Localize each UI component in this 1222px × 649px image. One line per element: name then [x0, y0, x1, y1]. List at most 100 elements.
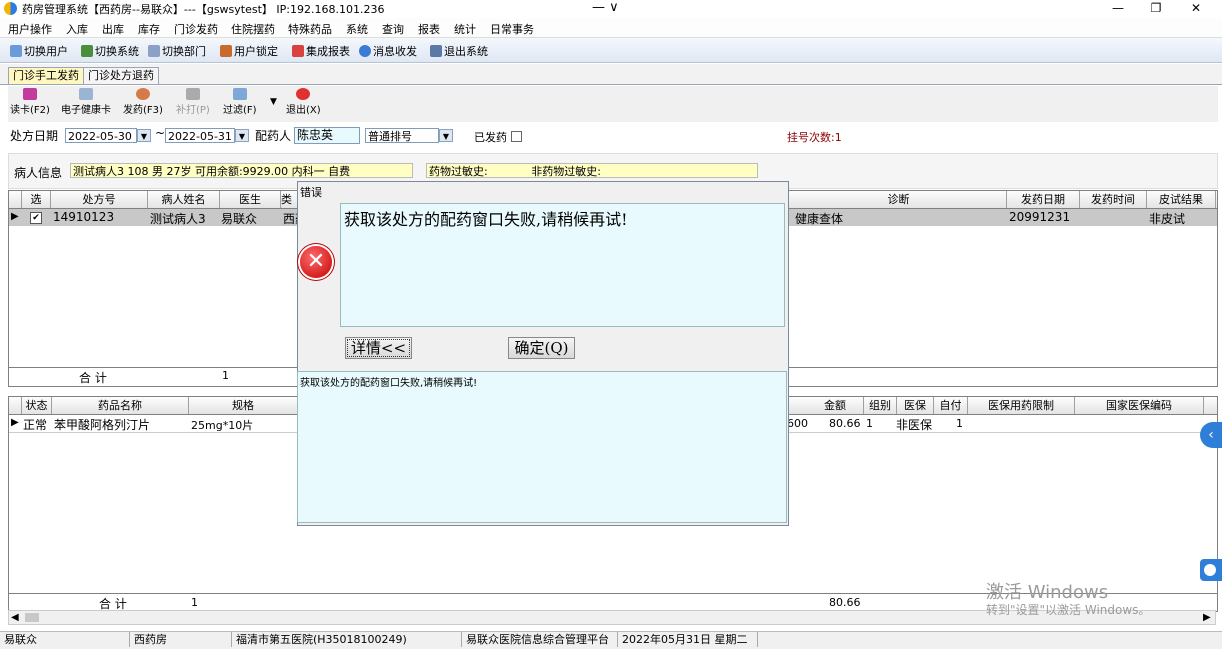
- switch-system-button[interactable]: 切换系统: [81, 43, 139, 59]
- partial-cell: 600: [787, 417, 808, 430]
- pharmacist-icon: [135, 88, 150, 100]
- dispensed-checkbox[interactable]: [511, 131, 522, 142]
- menu-outbound[interactable]: 出库: [102, 21, 124, 37]
- user-lock-button[interactable]: 用户锁定: [220, 43, 278, 59]
- error-icon: ✕: [300, 246, 332, 278]
- side-collapse-icon[interactable]: ‹: [1200, 422, 1222, 448]
- rx-date-label: 处方日期: [10, 129, 59, 143]
- date-cell: 20991231: [1009, 210, 1071, 224]
- col-national-code: 国家医保编码: [1075, 397, 1204, 414]
- integrated-report-button[interactable]: 集成报表: [292, 43, 350, 59]
- close-button[interactable]: ✕: [1176, 0, 1216, 18]
- date-separator: ~: [155, 126, 166, 140]
- date-to-dropdown-icon[interactable]: ▼: [235, 129, 249, 142]
- health-card-button[interactable]: 电子健康卡: [61, 88, 111, 116]
- status-cell: 正常: [23, 418, 48, 432]
- tab-manual-dispense[interactable]: 门诊手工发药: [8, 67, 84, 84]
- menu-special-drugs[interactable]: 特殊药品: [288, 21, 332, 37]
- col-select: 选: [22, 191, 51, 208]
- switch-department-button[interactable]: 切换部门: [148, 43, 206, 59]
- sort-dropdown-icon[interactable]: ▼: [439, 129, 453, 142]
- exit-button[interactable]: 退出(X): [286, 88, 321, 116]
- dialog-title: 错误: [300, 186, 322, 199]
- menu-system[interactable]: 系统: [346, 21, 368, 37]
- scroll-thumb[interactable]: [25, 613, 39, 622]
- dispense-button[interactable]: 发药(F3): [123, 88, 163, 116]
- menu-inpatient[interactable]: 住院摆药: [231, 21, 275, 37]
- allergy-field: 药物过敏史: 非药物过敏史:: [426, 163, 758, 178]
- activation-watermark-subtitle: 转到"设置"以激活 Windows。: [986, 603, 1151, 617]
- status-department: 西药房: [130, 632, 232, 647]
- lock-icon: [220, 45, 232, 57]
- row-select-checkbox[interactable]: ✔: [30, 212, 42, 224]
- col-diagnosis: 诊断: [791, 191, 1007, 208]
- col-status: 状态: [22, 397, 52, 414]
- card-reader-icon: [22, 88, 37, 100]
- minimize-button[interactable]: —: [1098, 0, 1138, 18]
- rx-total-label: 合 计: [79, 371, 107, 385]
- status-hospital: 福清市第五医院(H35018100249): [232, 632, 462, 647]
- menu-statistics[interactable]: 统计: [454, 21, 476, 37]
- menu-report[interactable]: 报表: [418, 21, 440, 37]
- menu-user-ops[interactable]: 用户操作: [8, 21, 52, 37]
- date-from-field[interactable]: 2022-05-30: [65, 128, 137, 143]
- menu-query[interactable]: 查询: [382, 21, 404, 37]
- col-amount: 金额: [807, 397, 864, 414]
- col-insurance: 医保: [897, 397, 934, 414]
- amount-cell: 80.66: [829, 417, 861, 430]
- menu-stock[interactable]: 库存: [138, 21, 160, 37]
- diagnosis-cell: 健康查体: [795, 212, 844, 226]
- switch-user-button[interactable]: 切换用户: [10, 43, 68, 59]
- rx-total-count: 1: [222, 369, 229, 382]
- col-rx-no: 处方号: [51, 191, 148, 208]
- remote-assist-icon[interactable]: [1200, 559, 1222, 581]
- tab-rx-return[interactable]: 门诊处方退药: [83, 67, 159, 84]
- patient-cell: 测试病人3: [150, 212, 206, 226]
- scroll-right-icon[interactable]: ▶: [1203, 612, 1211, 623]
- filter-button[interactable]: 过滤(F): [223, 88, 257, 116]
- exit-system-button[interactable]: 退出系统: [430, 43, 488, 59]
- skin-test-cell: 非皮试: [1149, 212, 1186, 226]
- scroll-left-icon[interactable]: ◀: [11, 612, 19, 623]
- col-doctor: 医生: [220, 191, 281, 208]
- filter-dropdown-icon[interactable]: ▼: [270, 97, 277, 107]
- messages-button[interactable]: 消息收发: [359, 43, 417, 59]
- dispenser-label: 配药人: [255, 129, 292, 143]
- row-pointer-icon: ▶: [11, 211, 19, 222]
- col-insurance-limit: 医保用药限制: [968, 397, 1075, 414]
- sort-select[interactable]: 普通排号: [365, 128, 439, 143]
- allergy-label: 药物过敏史:: [429, 165, 488, 178]
- read-card-button[interactable]: 读卡(F2): [10, 88, 50, 116]
- building-icon: [148, 45, 160, 57]
- date-to-field[interactable]: 2022-05-31: [165, 128, 235, 143]
- dialog-message: 获取该处方的配药窗口失败,请稍候再试!: [340, 203, 785, 327]
- maximize-button[interactable]: ❐: [1136, 0, 1176, 18]
- spec-cell: 25mg*10片: [191, 419, 254, 432]
- details-button[interactable]: 详情<<: [345, 337, 412, 359]
- switch-icon: [81, 45, 93, 57]
- menu-inbound[interactable]: 入库: [66, 21, 88, 37]
- info-icon: [359, 45, 371, 57]
- reprint-button[interactable]: 补打(P): [176, 88, 210, 116]
- menu-daily[interactable]: 日常事务: [490, 21, 534, 37]
- dispensed-label: 已发药: [474, 131, 507, 144]
- ok-button[interactable]: 确定(Q): [508, 337, 575, 359]
- col-skin-test: 皮试结果: [1147, 191, 1216, 208]
- col-time: 发药时间: [1080, 191, 1147, 208]
- patient-info-field: 测试病人3 108 男 27岁 可用余额:9929.00 内科一 自费: [70, 163, 413, 178]
- date-from-dropdown-icon[interactable]: ▼: [137, 129, 151, 142]
- dispenser-field[interactable]: 陈忠英: [294, 127, 360, 144]
- window-title: 药房管理系统【西药房--易联众】---【gswsytest】 IP:192.16…: [22, 3, 385, 16]
- menu-outpatient[interactable]: 门诊发药: [174, 21, 218, 37]
- col-drug-name: 药品名称: [52, 397, 189, 414]
- visit-count: 挂号次数:1: [787, 131, 842, 144]
- report-icon: [292, 45, 304, 57]
- doctor-cell: 易联众: [221, 212, 258, 226]
- power-icon: [296, 88, 311, 100]
- dialog-detail-text: 获取该处方的配药窗口失败,请稍候再试!: [297, 371, 787, 523]
- drug-total-count: 1: [191, 596, 198, 609]
- filter-icon: [232, 88, 247, 100]
- health-card-icon: [79, 88, 93, 100]
- insurance-cell: 非医保: [896, 418, 933, 432]
- title-mini-controls[interactable]: — ∨: [592, 0, 619, 15]
